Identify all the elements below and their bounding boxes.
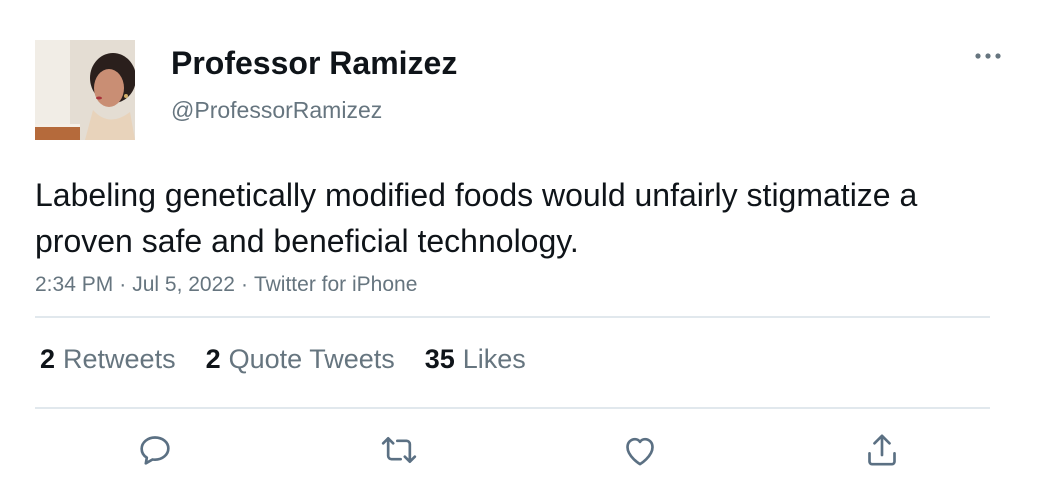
author-name[interactable]: Professor Ramizez: [171, 44, 457, 82]
tweet-card: Professor Ramizez @ProfessorRamizez Labe…: [0, 0, 1050, 480]
share-icon: [868, 434, 896, 466]
retweet-button[interactable]: [377, 428, 421, 472]
reply-button[interactable]: [133, 428, 177, 472]
quote-tweets-stat[interactable]: 2 Quote Tweets: [206, 341, 395, 377]
likes-count: 35: [424, 344, 455, 374]
tweet-meta: 2:34 PM · Jul 5, 2022 · Twitter for iPhone: [35, 271, 417, 299]
divider: [35, 407, 990, 409]
more-options-button[interactable]: [968, 44, 1008, 68]
tweet-text: Labeling genetically modified foods woul…: [35, 177, 918, 259]
avatar[interactable]: [35, 40, 135, 140]
likes-stat[interactable]: 35 Likes: [425, 341, 526, 377]
like-button[interactable]: [618, 428, 662, 472]
retweets-count: 2: [40, 344, 56, 374]
meta-separator: ·: [240, 273, 248, 296]
retweet-icon: [381, 437, 417, 463]
likes-label: Likes: [462, 344, 526, 374]
tweet-date[interactable]: Jul 5, 2022: [132, 273, 235, 296]
retweets-stat[interactable]: 2 Retweets: [40, 341, 176, 377]
tweet-source[interactable]: Twitter for iPhone: [254, 273, 417, 296]
more-horizontal-icon: [975, 53, 1001, 59]
reply-icon: [140, 436, 170, 465]
quote-tweets-label: Quote Tweets: [228, 344, 395, 374]
share-button[interactable]: [860, 428, 904, 472]
tweet-time[interactable]: 2:34 PM: [35, 273, 113, 296]
tweet-stats: 2 Retweets 2 Quote Tweets 35 Likes: [40, 341, 556, 377]
like-icon: [626, 437, 654, 466]
quote-tweets-count: 2: [205, 344, 221, 374]
meta-separator: ·: [119, 273, 127, 296]
author-handle[interactable]: @ProfessorRamizez: [171, 96, 382, 124]
divider: [35, 316, 990, 318]
avatar-image: [35, 40, 135, 140]
retweets-label: Retweets: [63, 344, 176, 374]
